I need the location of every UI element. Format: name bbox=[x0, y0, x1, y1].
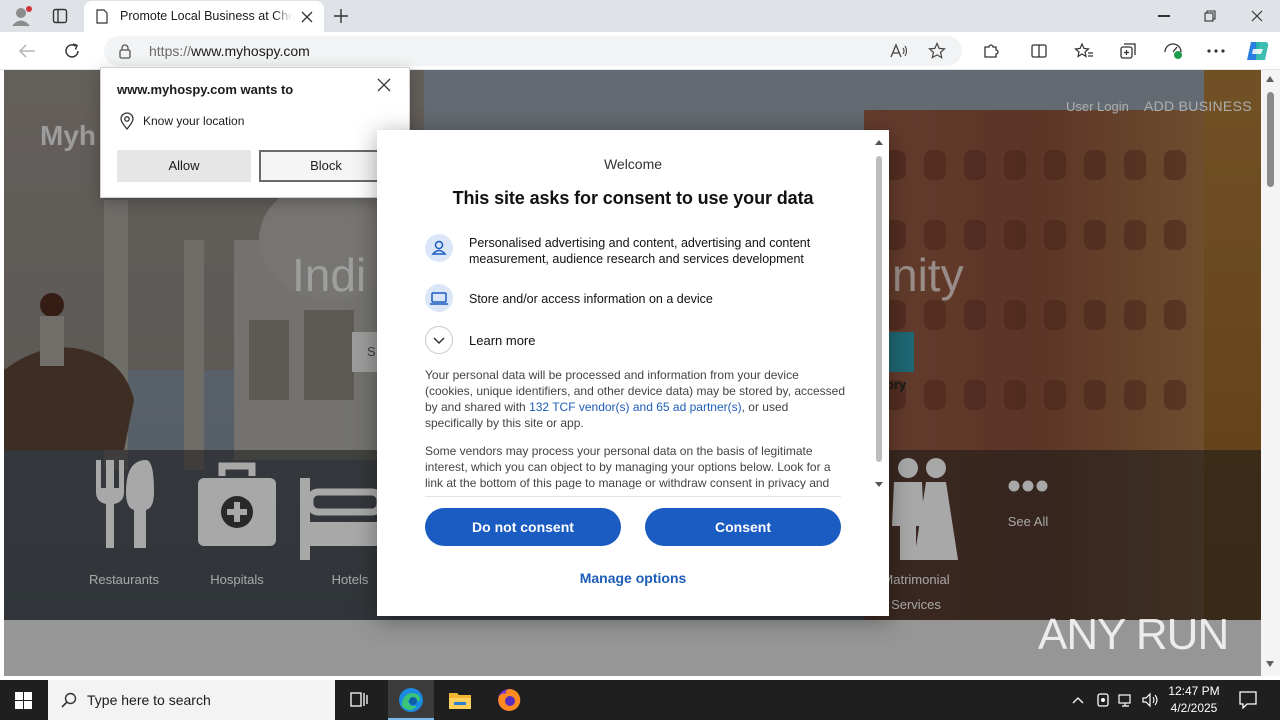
favorites-icon[interactable] bbox=[1074, 42, 1094, 60]
task-view-icon[interactable] bbox=[350, 691, 368, 709]
anyrun-watermark: ANY RUN bbox=[1038, 610, 1229, 659]
taskbar-search-placeholder: Type here to search bbox=[87, 692, 211, 708]
profile-icon[interactable] bbox=[10, 5, 32, 27]
firefox-icon[interactable] bbox=[497, 688, 521, 712]
search-icon bbox=[61, 692, 77, 708]
notifications-icon[interactable] bbox=[1239, 691, 1257, 709]
network-icon[interactable] bbox=[1118, 692, 1134, 708]
url-text[interactable]: https://www.myhospy.com bbox=[149, 43, 310, 59]
do-not-consent-button[interactable]: Do not consent bbox=[425, 508, 621, 546]
page-scrollbar-thumb[interactable] bbox=[1267, 92, 1274, 187]
clock-date: 4/2/2025 bbox=[1170, 701, 1218, 715]
taskbar-edge[interactable] bbox=[388, 680, 434, 720]
copilot-icon[interactable] bbox=[1246, 40, 1270, 62]
device-icon bbox=[425, 284, 453, 312]
restore-icon[interactable] bbox=[1204, 10, 1216, 22]
consent-scroll-down-icon[interactable] bbox=[875, 482, 883, 487]
minimize-icon[interactable] bbox=[1158, 15, 1170, 17]
learn-more-label[interactable]: Learn more bbox=[469, 333, 837, 349]
consent-dialog: Welcome This site asks for consent to us… bbox=[377, 130, 889, 616]
permission-title: www.myhospy.com wants to bbox=[117, 82, 294, 97]
consent-paragraph-1: Your personal data will be processed and… bbox=[425, 368, 846, 430]
tab-title: Promote Local Business at Cheap bbox=[120, 9, 292, 23]
close-icon[interactable] bbox=[377, 78, 391, 92]
consent-paragraph-2: Some vendors may process your personal d… bbox=[425, 444, 831, 489]
browser-tab[interactable]: Promote Local Business at Cheap bbox=[84, 1, 324, 32]
vendors-link[interactable]: 132 TCF vendor(s) and 65 ad partner(s) bbox=[529, 400, 742, 414]
page-scrollbar[interactable] bbox=[1261, 70, 1280, 676]
address-bar[interactable]: https://www.myhospy.com bbox=[104, 36, 962, 66]
volume-icon[interactable] bbox=[1142, 692, 1160, 708]
person-icon bbox=[425, 234, 453, 262]
scroll-down-icon[interactable] bbox=[1266, 661, 1274, 667]
scroll-up-icon[interactable] bbox=[1266, 76, 1274, 82]
more-menu-icon[interactable] bbox=[1207, 49, 1225, 53]
collections-icon[interactable] bbox=[1119, 42, 1137, 60]
tab-strip: Promote Local Business at Cheap bbox=[0, 0, 1280, 32]
lock-icon[interactable] bbox=[117, 43, 133, 59]
manage-options-link[interactable]: Manage options bbox=[377, 570, 889, 586]
consent-scroll-up-icon[interactable] bbox=[875, 140, 883, 145]
favorite-star-icon[interactable] bbox=[928, 42, 946, 60]
consent-divider bbox=[425, 496, 841, 497]
close-window-icon[interactable] bbox=[1251, 10, 1263, 22]
taskbar-search-box[interactable]: Type here to search bbox=[48, 680, 335, 720]
consent-welcome: Welcome bbox=[603, 156, 663, 172]
new-tab-icon[interactable] bbox=[333, 8, 349, 24]
page-icon bbox=[96, 9, 108, 24]
close-tab-icon[interactable] bbox=[301, 11, 313, 23]
file-explorer-icon[interactable] bbox=[448, 690, 472, 710]
learn-more-toggle[interactable] bbox=[425, 326, 453, 354]
split-screen-icon[interactable] bbox=[1030, 42, 1048, 60]
windows-start-icon[interactable] bbox=[15, 692, 32, 709]
permission-item: Know your location bbox=[143, 114, 245, 128]
read-aloud-icon[interactable] bbox=[890, 43, 908, 59]
consent-scrollbar[interactable] bbox=[874, 136, 884, 492]
browser-toolbar: https://www.myhospy.com bbox=[0, 32, 1280, 70]
edge-icon bbox=[398, 687, 424, 713]
chevron-up-icon[interactable] bbox=[1072, 696, 1084, 704]
performance-icon[interactable] bbox=[1163, 42, 1183, 60]
consent-title: This site asks for consent to use your d… bbox=[452, 188, 814, 208]
location-pin-icon bbox=[119, 112, 135, 130]
extensions-icon[interactable] bbox=[982, 42, 1000, 60]
windows-taskbar: Type here to search 12:47 PM 4/2/2025 bbox=[0, 680, 1280, 720]
taskbar-clock[interactable]: 12:47 PM 4/2/2025 bbox=[1164, 683, 1224, 717]
tab-actions-icon[interactable] bbox=[52, 8, 68, 24]
location-permission-popup: www.myhospy.com wants to Know your locat… bbox=[100, 67, 410, 198]
back-icon[interactable] bbox=[18, 43, 36, 59]
purpose-store-access: Store and/or access information on a dev… bbox=[469, 292, 713, 306]
refresh-icon[interactable] bbox=[63, 42, 81, 60]
consent-scrollbar-thumb[interactable] bbox=[876, 156, 882, 462]
allow-button[interactable]: Allow bbox=[117, 150, 251, 182]
purpose-personalised-ads: Personalised advertising and content, ad… bbox=[469, 236, 811, 266]
device-status-icon[interactable] bbox=[1096, 692, 1110, 708]
consent-button[interactable]: Consent bbox=[645, 508, 841, 546]
block-button[interactable]: Block bbox=[259, 150, 393, 182]
clock-time: 12:47 PM bbox=[1168, 684, 1220, 698]
